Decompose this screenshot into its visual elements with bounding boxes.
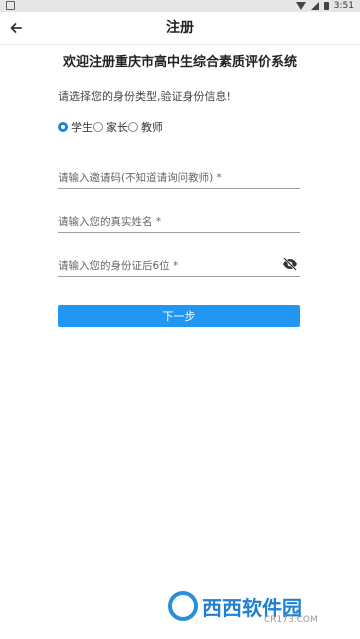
signal-icon xyxy=(310,2,319,10)
real-name-field xyxy=(58,210,300,233)
watermark-site: CR173.COM xyxy=(264,615,318,625)
next-button[interactable]: 下一步 xyxy=(58,305,300,327)
wifi-icon xyxy=(295,2,306,10)
status-icons: 3:51 xyxy=(295,0,354,12)
radio-parent-label: 家长 xyxy=(106,121,128,134)
radio-teacher[interactable]: 教师 xyxy=(128,119,163,135)
invite-code-input[interactable] xyxy=(58,167,300,189)
radio-unchecked-icon xyxy=(128,122,138,132)
back-button[interactable] xyxy=(4,16,28,40)
welcome-heading: 欢迎注册重庆市高中生综合素质评价系统 xyxy=(62,55,297,70)
eye-off-icon[interactable] xyxy=(282,257,298,271)
invite-code-field xyxy=(58,166,300,189)
notification-icon xyxy=(6,1,15,10)
id-last6-input[interactable] xyxy=(58,255,278,277)
radio-teacher-label: 教师 xyxy=(141,121,163,134)
watermark-logo-icon xyxy=(168,591,198,621)
identity-prompt: 请选择您的身份类型,验证身份信息! xyxy=(58,90,231,103)
real-name-input[interactable] xyxy=(58,211,300,233)
radio-checked-icon xyxy=(58,122,68,132)
page-title: 注册 xyxy=(166,20,194,36)
watermark: 西西软件园 CR173.COM xyxy=(168,591,318,625)
identity-radio-group: 学生 家长 教师 xyxy=(58,119,163,135)
arrow-left-icon xyxy=(10,23,22,33)
status-bar: 3:51 xyxy=(0,0,360,12)
radio-student[interactable]: 学生 xyxy=(58,119,93,135)
toolbar: 注册 xyxy=(0,12,360,45)
status-time: 3:51 xyxy=(333,1,354,11)
radio-unchecked-icon xyxy=(93,122,103,132)
battery-icon xyxy=(323,2,329,10)
radio-parent[interactable]: 家长 xyxy=(93,119,128,135)
id-last6-field xyxy=(58,254,300,277)
radio-student-label: 学生 xyxy=(71,121,93,134)
